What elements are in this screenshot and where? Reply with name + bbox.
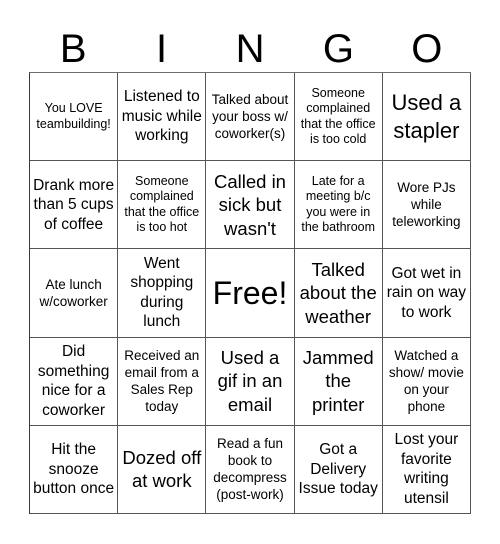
header-letter-b: B (59, 27, 87, 71)
bingo-cell-r2c3[interactable]: Called in sick but wasn't (206, 161, 295, 250)
header-letter-n: N (235, 27, 265, 71)
bingo-cell-r1c4[interactable]: Someone complained that the office is to… (294, 73, 383, 162)
bingo-cell-label: Talked about your boss w/ coworker(s) (211, 92, 289, 142)
bingo-cell-label: Got a Delivery Issue today (298, 441, 378, 498)
bingo-cell-label: Hit the snooze button once (33, 441, 115, 498)
bingo-cell-r5c2[interactable]: Dozed off at work (118, 425, 207, 514)
header-letter-i: I (156, 27, 168, 71)
bingo-cell-r4c4[interactable]: Jammed the printer (294, 337, 383, 426)
bingo-cell-r3c1[interactable]: Ate lunch w/coworker (30, 249, 119, 338)
bingo-cell-label: Called in sick but wasn't (213, 170, 286, 239)
bingo-cell-label: Late for a meeting b/c you were in the b… (301, 173, 376, 235)
bingo-cell-label: Someone complained that the office is to… (124, 173, 200, 235)
bingo-cell-label: Got wet in rain on way to work (386, 264, 467, 321)
bingo-cell-label: Listened to music while working (121, 88, 202, 145)
bingo-cell-label: Watched a show/ movie on your phone (388, 348, 464, 415)
bingo-cell-r3c4[interactable]: Talked about the weather (294, 249, 383, 338)
bingo-header: B I N G O (29, 26, 471, 72)
bingo-cell-r5c3[interactable]: Read a fun book to decompress (post-work… (206, 425, 295, 514)
bingo-cell-r2c2[interactable]: Someone complained that the office is to… (118, 161, 207, 250)
bingo-cell-label: Lost your favorite writing utensil (394, 431, 459, 507)
bingo-cell-free-space[interactable]: Free! (206, 249, 295, 338)
bingo-cell-r5c4[interactable]: Got a Delivery Issue today (294, 425, 383, 514)
bingo-cell-label: Did something nice for a coworker (37, 343, 110, 419)
bingo-cell-r4c3[interactable]: Used a gif in an email (206, 337, 295, 426)
bingo-cell-label: Went shopping during lunch (130, 254, 194, 331)
bingo-cell-r1c3[interactable]: Talked about your boss w/ coworker(s) (206, 73, 295, 162)
bingo-cell-label: Drank more than 5 cups of coffee (33, 176, 115, 233)
bingo-cell-label: Used a gif in an email (217, 346, 283, 415)
bingo-cell-label: Someone complained that the office is to… (300, 85, 376, 147)
bingo-cell-label: Ate lunch w/coworker (39, 276, 108, 309)
bingo-cell-label: Talked about the weather (299, 258, 377, 327)
bingo-cell-r3c5[interactable]: Got wet in rain on way to work (382, 249, 471, 338)
bingo-cell-r5c1[interactable]: Hit the snooze button once (30, 425, 119, 514)
bingo-cell-r1c5[interactable]: Used a stapler (382, 73, 471, 162)
header-letter-o: O (411, 27, 443, 71)
bingo-cell-r2c4[interactable]: Late for a meeting b/c you were in the b… (294, 161, 383, 250)
bingo-cell-label: Read a fun book to decompress (post-work… (213, 436, 287, 503)
bingo-cell-r4c1[interactable]: Did something nice for a coworker (30, 337, 119, 426)
bingo-cell-r2c1[interactable]: Drank more than 5 cups of coffee (30, 161, 119, 250)
bingo-cell-r2c5[interactable]: Wore PJs while teleworking (382, 161, 471, 250)
bingo-cell-label: Received an email from a Sales Rep today (124, 348, 200, 415)
bingo-cell-label: Free! (212, 274, 288, 311)
bingo-cell-r5c5[interactable]: Lost your favorite writing utensil (382, 425, 471, 514)
bingo-cell-r1c2[interactable]: Listened to music while working (118, 73, 207, 162)
bingo-cell-label: Used a stapler (391, 89, 462, 143)
bingo-cell-label: Jammed the printer (302, 346, 374, 415)
bingo-cell-r1c1[interactable]: You LOVE teambuilding! (30, 73, 119, 162)
bingo-cell-r3c2[interactable]: Went shopping during lunch (118, 249, 207, 338)
bingo-cell-label: You LOVE teambuilding! (36, 101, 111, 131)
bingo-cell-r4c2[interactable]: Received an email from a Sales Rep today (118, 337, 207, 426)
header-letter-g: G (322, 27, 354, 71)
bingo-cell-label: Wore PJs while teleworking (392, 180, 461, 230)
bingo-card-grid: You LOVE teambuilding! Listened to music … (29, 72, 471, 514)
bingo-cell-r4c5[interactable]: Watched a show/ movie on your phone (382, 337, 471, 426)
bingo-cell-label: Dozed off at work (122, 446, 202, 492)
